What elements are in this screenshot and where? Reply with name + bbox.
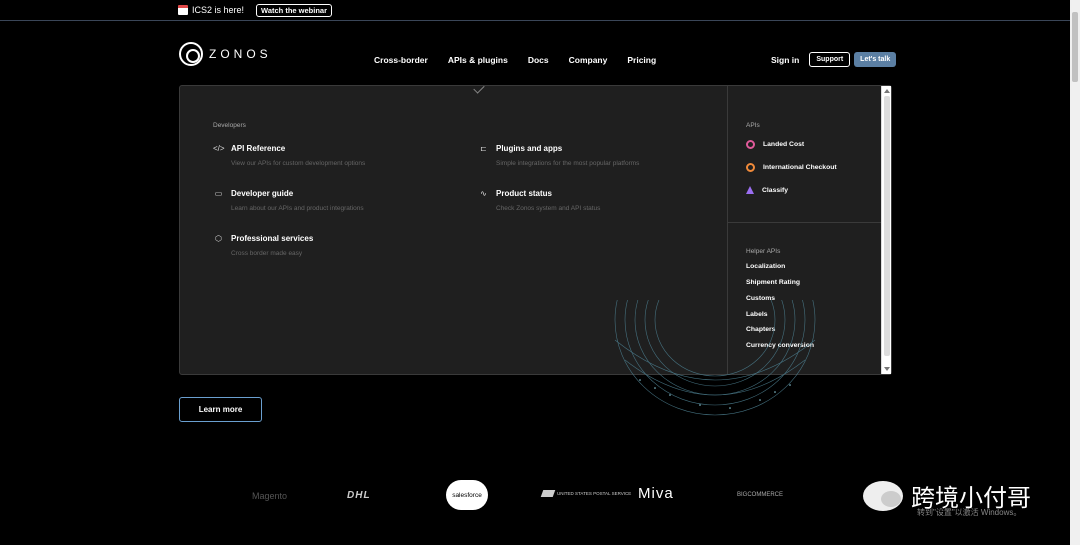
menu-item-title: Developer guide	[231, 189, 294, 198]
plug-icon: ⊏	[480, 144, 487, 153]
menu-item-professional-services[interactable]: ⬡ Professional services Cross border made…	[213, 234, 443, 257]
api-international-checkout[interactable]: International Checkout	[746, 163, 837, 172]
announcement-text: ICS2 is here!	[192, 5, 245, 15]
menu-item-api-reference[interactable]: </> API Reference View our APIs for custo…	[213, 144, 443, 167]
api-landed-cost[interactable]: Landed Cost	[746, 140, 804, 149]
main-nav: Cross-border APIs & plugins Docs Company…	[374, 55, 676, 65]
usps-logo: UNITED STATES POSTAL SERVICE	[540, 490, 632, 497]
menu-item-desc: View our APIs for custom development opt…	[231, 160, 366, 167]
menu-item-plugins-and-apps[interactable]: ⊏ Plugins and apps Simple integrations fo…	[478, 144, 708, 167]
page-scrollbar-thumb[interactable]	[1072, 12, 1078, 82]
magento-logo: Magento	[252, 491, 288, 501]
wechat-icon	[863, 480, 903, 511]
scroll-down-icon[interactable]	[884, 367, 890, 371]
sign-in-link[interactable]: Sign in	[771, 55, 799, 65]
page-scrollbar[interactable]	[1070, 0, 1080, 545]
dhl-logo: DHL	[347, 490, 371, 501]
checkout-icon	[746, 163, 755, 172]
laptop-icon: ▭	[214, 189, 223, 198]
api-label: Classify	[762, 186, 789, 194]
divider	[728, 222, 883, 223]
nav-company[interactable]: Company	[569, 55, 608, 65]
announcement-bar: ICS2 is here! Watch the webinar	[0, 0, 1080, 21]
nav-apis-plugins[interactable]: APIs & plugins	[448, 55, 508, 65]
landed-cost-icon	[746, 140, 755, 149]
pulse-icon: ∿	[480, 189, 487, 198]
menu-item-product-status[interactable]: ∿ Product status Check Zonos system and A…	[478, 189, 708, 212]
lets-talk-button[interactable]: Let's talk	[854, 52, 897, 67]
brand-name: ZONOS	[209, 47, 272, 61]
nav-pricing[interactable]: Pricing	[627, 55, 656, 65]
api-label: International Checkout	[763, 164, 837, 171]
api-classify[interactable]: Classify	[746, 186, 788, 194]
helper-shipment-rating[interactable]: Shipment Rating	[746, 279, 800, 286]
menu-item-desc: Check Zonos system and API status	[496, 205, 601, 212]
menu-item-title: Professional services	[231, 234, 314, 243]
api-label: Landed Cost	[763, 141, 805, 148]
hexagon-icon: ⬡	[215, 234, 222, 243]
helper-apis-heading: Helper APIs	[746, 248, 781, 255]
menu-item-title: Product status	[496, 189, 553, 198]
nav-cross-border[interactable]: Cross-border	[374, 55, 428, 65]
zonos-logo[interactable]: ZONOS	[179, 42, 272, 66]
developers-heading: Developers	[213, 122, 246, 129]
dropdown-scrollbar-thumb[interactable]	[884, 96, 890, 356]
watch-webinar-button[interactable]: Watch the webinar	[256, 3, 333, 17]
dropdown-caret-icon	[473, 82, 485, 94]
menu-item-title: Plugins and apps	[496, 144, 563, 153]
helper-localization[interactable]: Localization	[746, 263, 785, 270]
bigcommerce-logo: BIGCOMMERCE	[737, 492, 784, 498]
miva-logo: Miva	[638, 485, 674, 502]
usps-eagle-icon	[540, 490, 556, 497]
zonos-mark-icon	[179, 42, 203, 66]
code-icon: </>	[213, 144, 225, 153]
usps-text: UNITED STATES POSTAL SERVICE	[557, 491, 632, 496]
classify-icon	[746, 186, 754, 194]
menu-item-desc: Learn about our APIs and product integra…	[231, 205, 364, 212]
menu-item-desc: Simple integrations for the most popular…	[496, 160, 640, 167]
learn-more-button[interactable]: Learn more	[179, 397, 262, 422]
scroll-up-icon[interactable]	[884, 89, 890, 93]
menu-item-developer-guide[interactable]: ▭ Developer guide Learn about our APIs an…	[213, 189, 443, 212]
menu-item-title: API Reference	[231, 144, 286, 153]
salesforce-logo: salesforce	[446, 480, 488, 510]
calendar-icon	[178, 5, 188, 15]
menu-item-desc: Cross border made easy	[231, 250, 303, 257]
support-button[interactable]: Support	[809, 52, 851, 67]
account-nav: Sign in Support Let's talk	[771, 52, 897, 67]
dropdown-scrollbar[interactable]	[881, 86, 891, 374]
nav-docs[interactable]: Docs	[528, 55, 549, 65]
globe-graphic	[600, 300, 830, 420]
windows-activation-text: 转到"设置"以激活 Windows。	[917, 508, 1022, 517]
apis-heading: APIs	[746, 122, 760, 129]
